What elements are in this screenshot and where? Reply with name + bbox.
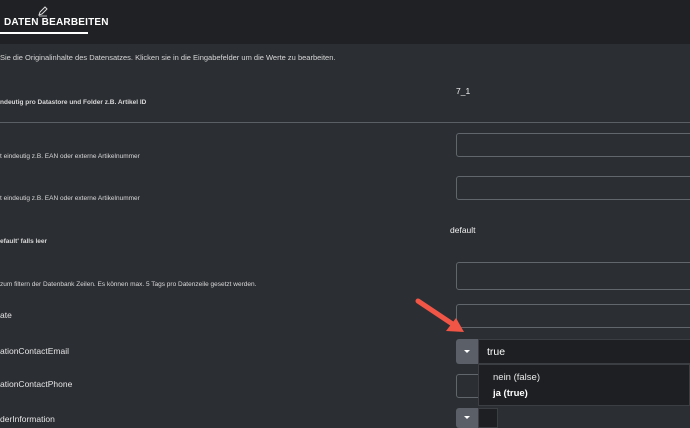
section-divider <box>0 122 690 123</box>
select-value: true <box>487 346 506 358</box>
option-true[interactable]: ja (true) <box>493 388 528 399</box>
ean-input-1[interactable] <box>456 133 690 157</box>
default-description: efault' falls leer <box>0 238 48 245</box>
info-text: Sie die Originalinhalte des Datensatzes.… <box>0 53 336 62</box>
select-dropdown: nein (false) ja (true) <box>478 364 690 406</box>
id-description: ndeutig pro Datastore und Folder z.B. Ar… <box>0 99 147 106</box>
contact-phone-label: ationContactPhone <box>0 379 73 389</box>
default-value: default <box>450 225 476 235</box>
chevron-down-icon <box>464 350 470 353</box>
select-toggle-button-2[interactable] <box>456 408 478 428</box>
annotation-arrow-icon <box>415 298 464 332</box>
ean-description-2: t eindeutig z.B. EAN oder externe Artike… <box>0 195 140 202</box>
top-bar: DATEN BEARBEITEN <box>0 0 690 44</box>
date-label: ate <box>0 310 12 320</box>
select-toggle-button[interactable] <box>456 339 478 364</box>
tab-daten-bearbeiten[interactable]: DATEN BEARBEITEN <box>0 0 108 44</box>
active-tab-indicator <box>0 32 88 34</box>
chevron-down-icon <box>464 416 470 419</box>
contact-email-select[interactable]: true <box>456 339 690 364</box>
date-input[interactable] <box>456 304 690 328</box>
tags-input[interactable] <box>456 262 690 290</box>
select-field[interactable]: true <box>478 339 690 364</box>
tags-description: zum filtern der Datenbank Zeilen. Es kön… <box>0 281 257 288</box>
select-field-2[interactable] <box>478 408 498 428</box>
id-value: 7_1 <box>456 86 471 96</box>
tab-label: DATEN BEARBEITEN <box>4 17 109 28</box>
holder-information-select[interactable] <box>456 408 690 428</box>
ean-input-2[interactable] <box>456 176 690 200</box>
contact-email-label: ationContactEmail <box>0 346 69 356</box>
holder-information-label: derInformation <box>0 414 55 424</box>
pencil-icon <box>38 6 48 17</box>
ean-description-1: t eindeutig z.B. EAN oder externe Artike… <box>0 153 140 160</box>
option-false[interactable]: nein (false) <box>493 372 540 383</box>
